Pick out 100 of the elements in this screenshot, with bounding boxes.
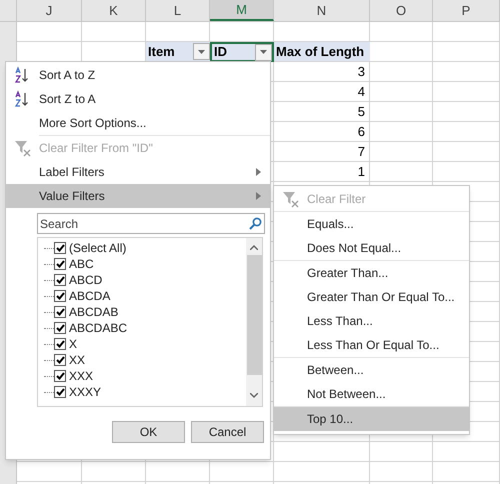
column-header[interactable]: K	[82, 0, 146, 21]
table-cell[interactable]	[370, 102, 433, 122]
menu-item[interactable]: Less Than Or Equal To...	[274, 333, 469, 357]
submenu-arrow-icon	[256, 168, 261, 176]
table-cell[interactable]	[370, 162, 433, 182]
table-cell[interactable]: Item	[146, 42, 210, 62]
menu-item[interactable]: Not Between...	[274, 382, 469, 406]
checkbox-label: ABC	[69, 256, 94, 273]
table-cell[interactable]	[370, 122, 433, 142]
table-cell[interactable]	[433, 62, 500, 82]
checkbox-label: XX	[69, 352, 86, 369]
checkbox[interactable]	[54, 338, 66, 350]
checkbox-label: (Select All)	[69, 240, 126, 257]
checkbox[interactable]	[54, 370, 66, 382]
column-header[interactable]: N	[274, 0, 370, 21]
menu-item[interactable]: Label Filters	[6, 160, 270, 184]
table-cell[interactable]	[433, 82, 500, 102]
table-cell[interactable]	[17, 462, 82, 482]
table-cell-text: 7	[358, 142, 365, 161]
scrollbar[interactable]	[246, 238, 262, 406]
search-icon	[249, 217, 262, 230]
table-cell[interactable]: 6	[274, 122, 370, 142]
table-cell[interactable]	[433, 162, 500, 182]
table-cell[interactable]	[433, 442, 500, 462]
menu-item[interactable]: More Sort Options...	[6, 111, 270, 135]
table-cell[interactable]	[433, 462, 500, 482]
column-header[interactable]: O	[370, 0, 433, 21]
pivot-header: ID	[214, 43, 228, 62]
row-header[interactable]	[0, 462, 17, 482]
menu-item[interactable]: Between...	[274, 358, 469, 382]
checkbox[interactable]	[54, 354, 66, 366]
menu-item[interactable]: Sort A to Z	[6, 63, 270, 87]
clear-filter-icon	[282, 190, 300, 208]
table-cell[interactable]: 3	[274, 62, 370, 82]
checkbox-label: ABCD	[69, 272, 102, 289]
column-header[interactable]: M	[210, 0, 274, 21]
pivot-header: Item	[148, 42, 176, 61]
menu-item[interactable]: Less Than...	[274, 309, 469, 333]
menu-item[interactable]: Top 10...	[274, 407, 469, 431]
table-cell[interactable]	[274, 442, 370, 462]
row-header[interactable]	[0, 22, 17, 42]
dropdown-button[interactable]	[255, 44, 272, 60]
menu-item[interactable]: Equals...	[274, 212, 469, 236]
search-field[interactable]: Search	[37, 213, 265, 234]
checkbox-label: ABCDAB	[69, 304, 118, 321]
checkbox[interactable]	[54, 386, 66, 398]
scroll-down-icon	[250, 393, 258, 398]
checkbox[interactable]	[54, 322, 66, 334]
menu-item[interactable]: Does Not Equal...	[274, 236, 469, 260]
table-cell-text: 6	[358, 122, 365, 141]
clear-filter-icon	[14, 139, 32, 157]
table-cell[interactable]	[210, 462, 274, 482]
table-cell[interactable]	[370, 62, 433, 82]
column-header[interactable]: J	[17, 0, 82, 21]
table-cell[interactable]	[433, 102, 500, 122]
table-cell[interactable]	[370, 22, 433, 42]
table-cell[interactable]	[370, 442, 433, 462]
table-cell[interactable]: 5	[274, 102, 370, 122]
table-cell[interactable]: 4	[274, 82, 370, 102]
table-cell[interactable]	[433, 142, 500, 162]
dialog-button[interactable]: OK	[112, 421, 185, 443]
menu-item[interactable]: Sort Z to A	[6, 87, 270, 111]
table-cell[interactable]	[370, 462, 433, 482]
table-cell[interactable]	[82, 462, 146, 482]
checkbox-label: XXX	[69, 368, 94, 385]
row-header[interactable]	[0, 42, 17, 62]
table-cell[interactable]	[433, 22, 500, 42]
checkbox[interactable]	[54, 290, 66, 302]
table-cell[interactable]	[370, 42, 433, 62]
table-cell[interactable]	[433, 42, 500, 62]
table-cell[interactable]	[274, 462, 370, 482]
table-cell[interactable]: 1	[274, 162, 370, 182]
table-cell[interactable]	[146, 462, 210, 482]
table-cell[interactable]: ID	[210, 42, 274, 62]
table-cell[interactable]	[370, 142, 433, 162]
scroll-up-icon	[250, 245, 258, 250]
table-cell-text: 5	[358, 102, 365, 121]
table-cell[interactable]: 7	[274, 142, 370, 162]
checkbox[interactable]	[54, 306, 66, 318]
submenu-arrow-icon	[256, 192, 261, 200]
table-cell[interactable]	[370, 82, 433, 102]
checkbox[interactable]	[54, 274, 66, 286]
checkbox-label: XXXY	[69, 384, 102, 401]
table-cell-text: 3	[358, 62, 365, 81]
checkbox-label: ABCDA	[69, 288, 110, 305]
checkbox-label: X	[69, 336, 78, 353]
checkbox-label: ABCDABC	[69, 320, 128, 337]
table-cell[interactable]	[433, 122, 500, 142]
dropdown-button[interactable]	[193, 43, 210, 60]
checkbox[interactable]	[54, 258, 66, 270]
menu-item[interactable]: Greater Than...	[274, 261, 469, 285]
dialog-button[interactable]: Cancel	[191, 421, 264, 443]
column-header[interactable]: P	[433, 0, 500, 21]
menu-item[interactable]: Greater Than Or Equal To...	[274, 285, 469, 309]
menu-item[interactable]: Value Filters	[6, 184, 270, 208]
checkbox[interactable]	[54, 242, 66, 254]
table-cell[interactable]	[82, 22, 146, 42]
table-cell-text: 1	[358, 162, 365, 181]
table-cell[interactable]	[17, 22, 82, 42]
table-cell-text: 4	[358, 82, 365, 101]
